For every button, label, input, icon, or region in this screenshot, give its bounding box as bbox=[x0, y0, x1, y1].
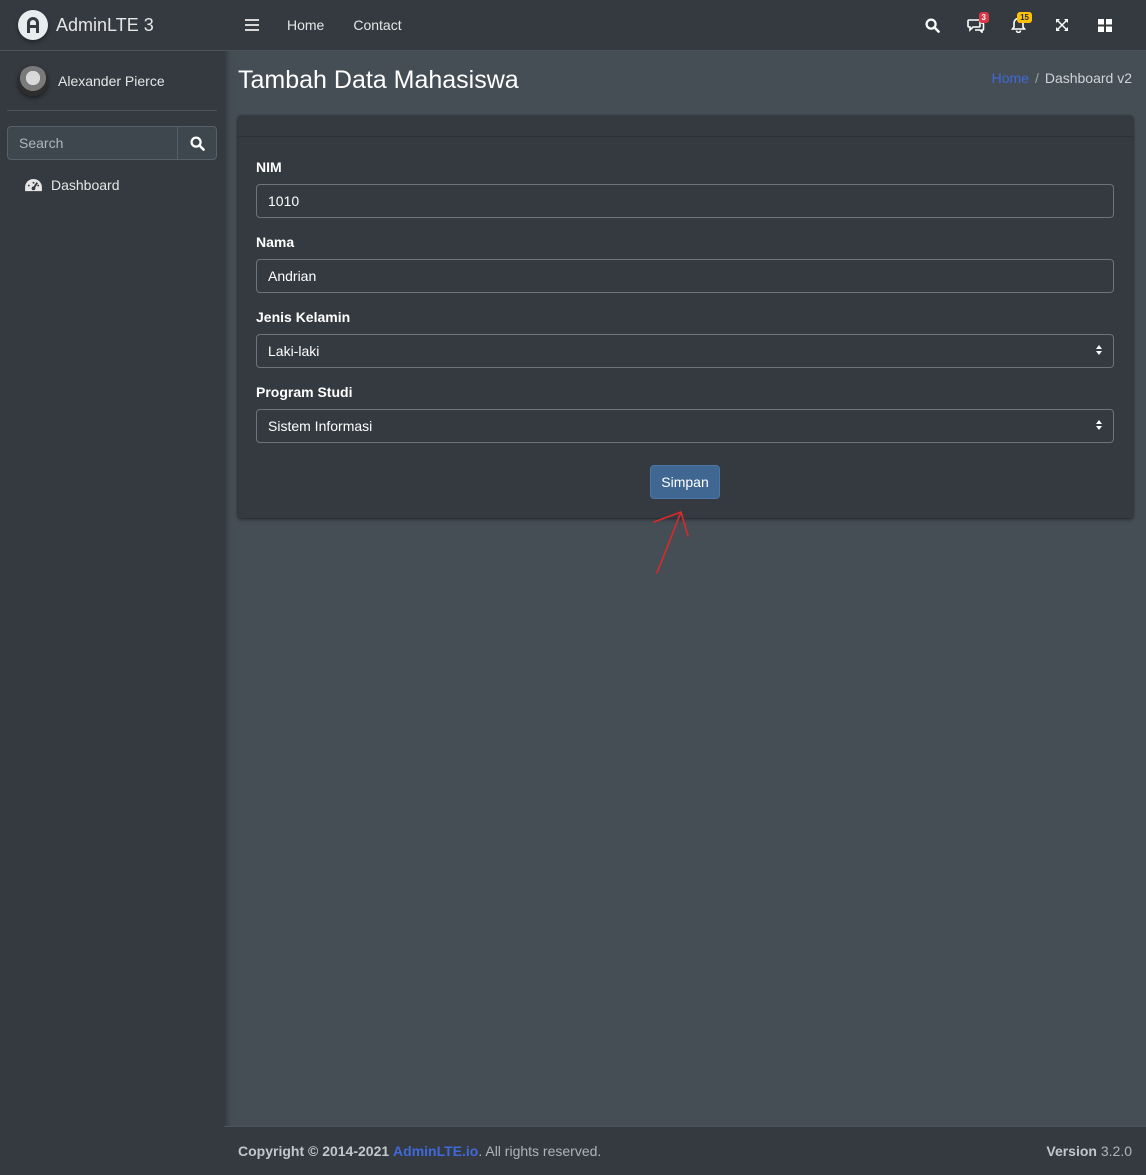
messages-badge: 3 bbox=[978, 12, 989, 23]
sidebar-search-input[interactable]: Search bbox=[7, 126, 177, 160]
brand-link[interactable]: AdminLTE 3 bbox=[0, 0, 224, 51]
program-studi-select[interactable]: Sistem Informasi bbox=[256, 409, 1114, 443]
search-icon bbox=[925, 17, 940, 33]
simpan-button[interactable]: Simpan bbox=[650, 465, 720, 499]
mahasiswa-form: NIM 1010 Nama Andrian Jenis Kelamin Laki… bbox=[238, 137, 1133, 443]
fullscreen-button[interactable] bbox=[1040, 10, 1083, 40]
page-title: Tambah Data Mahasiswa bbox=[238, 66, 519, 94]
content-header: Tambah Data Mahasiswa Home / Dashboard v2 bbox=[238, 62, 1132, 102]
search-icon bbox=[189, 135, 205, 151]
notifications-button[interactable]: 15 bbox=[997, 10, 1040, 40]
jenis-kelamin-label: Jenis Kelamin bbox=[256, 309, 351, 325]
user-name[interactable]: Alexander Pierce bbox=[58, 73, 165, 89]
notifications-badge: 15 bbox=[1017, 12, 1032, 23]
th-large-icon bbox=[1097, 18, 1112, 32]
nama-label: Nama bbox=[256, 234, 295, 250]
jenis-kelamin-select[interactable]: Laki-laki bbox=[256, 334, 1114, 368]
breadcrumb-home-link[interactable]: Home bbox=[992, 70, 1029, 86]
breadcrumb-separator: / bbox=[1034, 70, 1039, 86]
form-card: NIM 1010 Nama Andrian Jenis Kelamin Laki… bbox=[238, 116, 1133, 518]
card-header bbox=[238, 116, 1133, 137]
sidebar-search-button[interactable] bbox=[177, 126, 217, 160]
control-sidebar-button[interactable] bbox=[1083, 10, 1126, 40]
footer-copyright: Copyright © 2014-2021 bbox=[238, 1143, 390, 1159]
sidebar-item-dashboard[interactable]: Dashboard bbox=[7, 170, 217, 200]
main-sidebar: AdminLTE 3 Alexander Pierce Search Dashb… bbox=[0, 0, 224, 1175]
user-panel[interactable]: Alexander Pierce bbox=[7, 51, 217, 111]
nama-input[interactable]: Andrian bbox=[256, 259, 1114, 293]
adminlte-logo-icon bbox=[18, 10, 48, 40]
footer-version: Version 3.2.0 bbox=[1046, 1143, 1132, 1159]
version-label: Version bbox=[1046, 1143, 1097, 1159]
messages-button[interactable]: 3 bbox=[954, 10, 997, 40]
navbar-search-button[interactable] bbox=[911, 10, 954, 40]
brand-text: AdminLTE 3 bbox=[56, 14, 154, 35]
main-footer: Copyright © 2014-2021 AdminLTE.io. All r… bbox=[224, 1126, 1146, 1175]
sidebar-item-label: Dashboard bbox=[51, 177, 120, 193]
footer-suffix: . All rights reserved. bbox=[478, 1143, 602, 1159]
footer-link[interactable]: AdminLTE.io bbox=[393, 1143, 478, 1159]
avatar bbox=[18, 65, 48, 96]
nav-link-contact[interactable]: Contact bbox=[353, 17, 401, 33]
expand-arrows-icon bbox=[1055, 19, 1068, 31]
annotation-arrow-icon bbox=[653, 511, 689, 574]
version-number: 3.2.0 bbox=[1100, 1143, 1132, 1159]
select-caret-icon bbox=[1096, 420, 1102, 430]
select-caret-icon bbox=[1096, 345, 1102, 355]
program-studi-label: Program Studi bbox=[256, 384, 353, 400]
program-studi-value: Sistem Informasi bbox=[268, 418, 373, 434]
sidebar-search: Search bbox=[7, 126, 217, 160]
jenis-kelamin-value: Laki-laki bbox=[268, 343, 320, 359]
top-navbar: Home Contact 3 15 bbox=[224, 0, 1146, 51]
tachometer-icon bbox=[24, 178, 44, 193]
nim-label: NIM bbox=[256, 159, 282, 175]
nim-input[interactable]: 1010 bbox=[256, 184, 1114, 218]
breadcrumb-current: Dashboard v2 bbox=[1044, 70, 1132, 86]
menu-toggle-icon[interactable] bbox=[245, 16, 259, 34]
breadcrumb: Home / Dashboard v2 bbox=[992, 70, 1132, 86]
nav-link-home[interactable]: Home bbox=[287, 17, 324, 33]
